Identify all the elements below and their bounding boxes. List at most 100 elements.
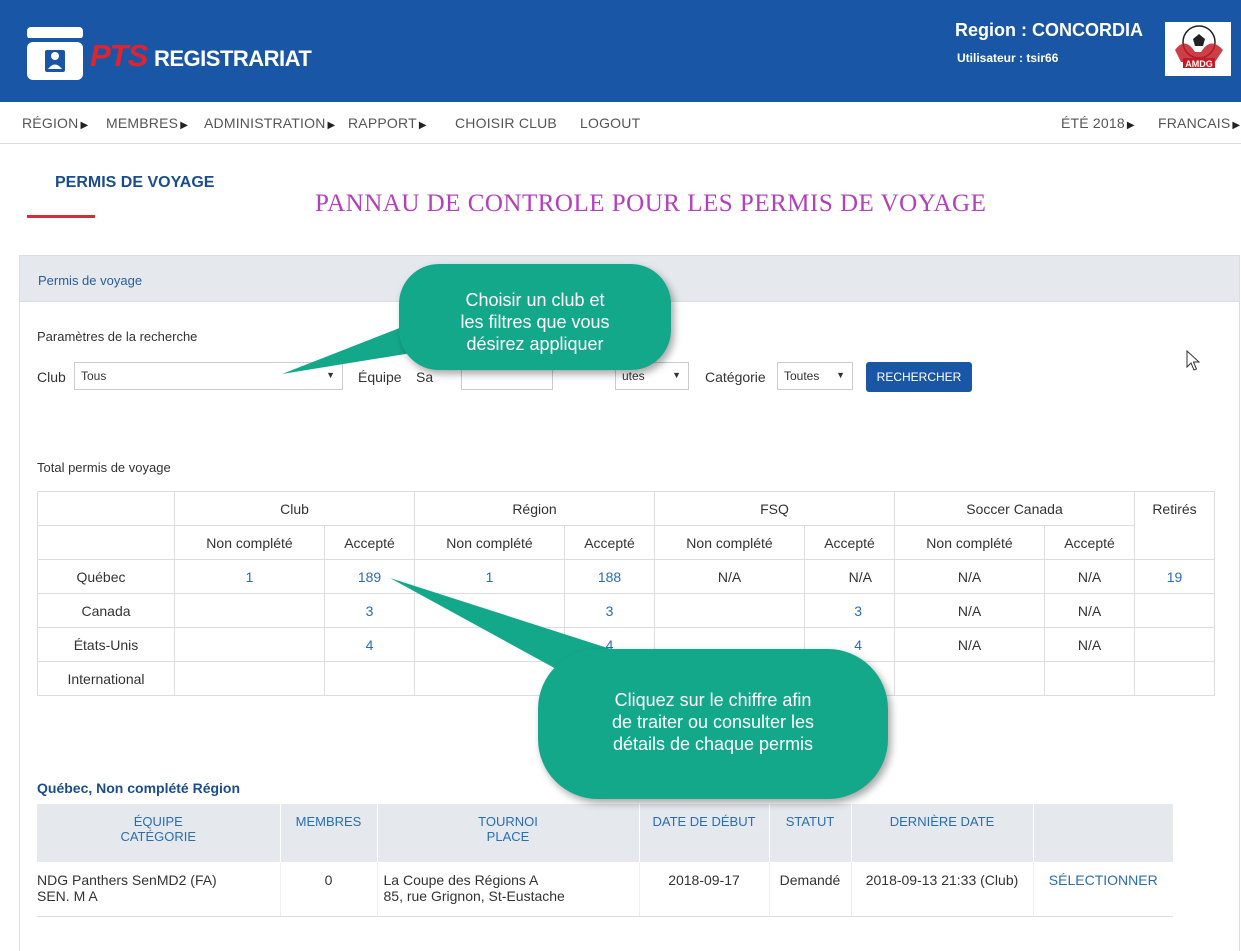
nav-logout[interactable]: LOGOUT [580,115,640,131]
nav-language[interactable]: FRANCAIS ▶ [1158,115,1240,131]
nav-rapport[interactable]: RAPPORT ▶ [348,115,427,131]
summary-group-header-row: Club Région FSQ Soccer Canada Retirés [37,491,1215,560]
select-link[interactable]: SÉLECTIONNER [1032,862,1173,917]
na-cell: N/A [804,559,895,594]
subheader-accepte: Accepté [324,525,415,560]
control-panel-banner: PANNAU DE CONTROLE POUR LES PERMIS DE VO… [315,190,987,217]
subheader-accepte: Accepté [1044,525,1135,560]
callout-bottom-line: de traiter ou consulter les [611,712,815,732]
club-filter-label: Club [37,369,66,385]
row-label: Canada [37,593,175,628]
caret-right-icon: ▶ [1126,120,1135,131]
na-cell: N/A [1044,593,1135,628]
callout-top-line: Choisir un club et [465,290,605,310]
detail-title: Québec, Non complété Région [37,780,241,796]
categorie-filter-label: Catégorie [705,369,766,385]
row-label: International [37,661,175,696]
title-underline [27,215,95,218]
count-cell [174,661,325,696]
subheader-non-complete: Non complété [174,525,325,560]
nav-choisir-club[interactable]: CHOISIR CLUB [455,115,557,131]
pts-logo-icon[interactable] [25,24,85,82]
callout-bottom-line: détails de chaque permis [612,734,814,754]
callout-click-number: Cliquez sur le chiffre afin de traiter o… [538,649,888,799]
logo-registrariat-text[interactable]: REGISTRARIAT [154,46,312,72]
detail-table: ÉQUIPE CATÉGORIE MEMBRES TOURNOI PLACE D… [37,804,1173,917]
tournament-place: 85, rue Grignon, St-Eustache [383,888,565,904]
select-link-label[interactable]: SÉLECTIONNER [1049,872,1158,888]
club-logo-icon: AMDG [1165,22,1231,76]
callout-top-line: désirez appliquer [466,334,604,354]
na-cell: N/A [654,559,805,594]
header-equipe-label: ÉQUIPE [133,814,183,829]
caret-right-icon: ▶ [180,120,189,131]
empty-header-cell [37,525,175,560]
subheader-non-complete: Non complété [654,525,805,560]
na-cell: N/A [1044,627,1135,662]
na-cell: N/A [894,559,1045,594]
categorie-select-value: Toutes [784,369,820,383]
caret-right-icon: ▶ [327,120,336,131]
nav-membres[interactable]: MEMBRES ▶ [106,115,188,131]
categorie-select[interactable]: Toutes ▼ [777,362,853,390]
header-categorie-label: CATÉGORIE [120,829,197,844]
caret-right-icon: ▶ [80,120,89,131]
header-tournoi[interactable]: TOURNOI PLACE [376,804,639,862]
region-label: Region : CONCORDIA [955,20,1143,40]
count-cell[interactable]: 1 [174,559,325,594]
cell-membres: 0 [279,862,377,917]
group-header-club: Club [174,491,415,526]
header-derniere-date[interactable]: DERNIÈRE DATE [850,804,1033,862]
caret-right-icon: ▶ [1232,120,1241,131]
count-cell [1134,593,1215,628]
subheader-non-complete: Non complété [414,525,565,560]
header-equipe[interactable]: ÉQUIPE CATÉGORIE [37,804,280,862]
count-cell[interactable] [174,627,325,662]
count-cell [1044,661,1135,696]
search-button[interactable]: RECHERCHER [866,362,972,392]
mouse-cursor-icon [1186,350,1201,371]
row-label: Québec [37,559,175,594]
header-date-debut[interactable]: DATE DE DÉBUT [638,804,769,862]
group-header-retires: Retirés [1134,491,1215,560]
chevron-down-icon: ▼ [836,370,845,380]
user-label: Utilisateur : tsir66 [957,51,1059,65]
detail-header-row: ÉQUIPE CATÉGORIE MEMBRES TOURNOI PLACE D… [37,804,1173,862]
count-cell [1134,627,1215,662]
na-cell: N/A [894,627,1045,662]
count-cell[interactable] [174,593,325,628]
main-nav: RÉGION ▶ MEMBRES ▶ ADMINISTRATION ▶ RAPPORT… [0,102,1241,144]
search-params-label: Paramètres de la recherche [37,329,198,344]
callout-top-line: les filtres que vous [460,312,610,332]
header-tournoi-label: TOURNOI [478,814,538,829]
na-cell: N/A [894,593,1045,628]
cell-tournoi: La Coupe des Régions A 85, rue Grignon, … [376,862,639,917]
callout-bottom-line: Cliquez sur le chiffre afin [614,690,812,710]
tournament-name: La Coupe des Régions A [383,872,539,888]
header-membres[interactable]: MEMBRES [279,804,377,862]
subheader-non-complete: Non complété [894,525,1045,560]
nav-region[interactable]: RÉGION ▶ [22,115,88,131]
cell-equipe: NDG Panthers SenMD2 (FA) SEN. M A [37,862,280,917]
cell-derniere-date: 2018-09-13 21:33 (Club) [850,862,1033,917]
club-select-value: Tous [81,369,107,383]
summary-sub-header-row: Non complété Accepté Non complété Accept… [37,525,1215,560]
nav-season[interactable]: ÉTÉ 2018 ▶ [1061,115,1135,131]
logo-pts-text[interactable]: PTS [90,38,148,74]
page-title: PERMIS DE VOYAGE [55,174,215,191]
row-label: États-Unis [37,627,175,662]
group-header-soccer-canada: Soccer Canada [894,491,1135,526]
cell-date-debut: 2018-09-17 [638,862,769,917]
group-header-region: Région [414,491,655,526]
group-header-fsq: FSQ [654,491,895,526]
table-row: NDG Panthers SenMD2 (FA) SEN. M A 0 La C… [37,862,1173,917]
subheader-accepte: Accepté [564,525,655,560]
count-cell[interactable]: 19 [1134,559,1215,594]
header-statut[interactable]: STATUT [768,804,851,862]
nav-administration[interactable]: ADMINISTRATION ▶ [204,115,335,131]
count-cell[interactable] [654,593,805,628]
team-category: SEN. M A [37,888,98,904]
team-name: NDG Panthers SenMD2 (FA) [37,872,217,888]
summary-title: Total permis de voyage [37,460,171,475]
count-cell[interactable]: 3 [804,593,895,628]
